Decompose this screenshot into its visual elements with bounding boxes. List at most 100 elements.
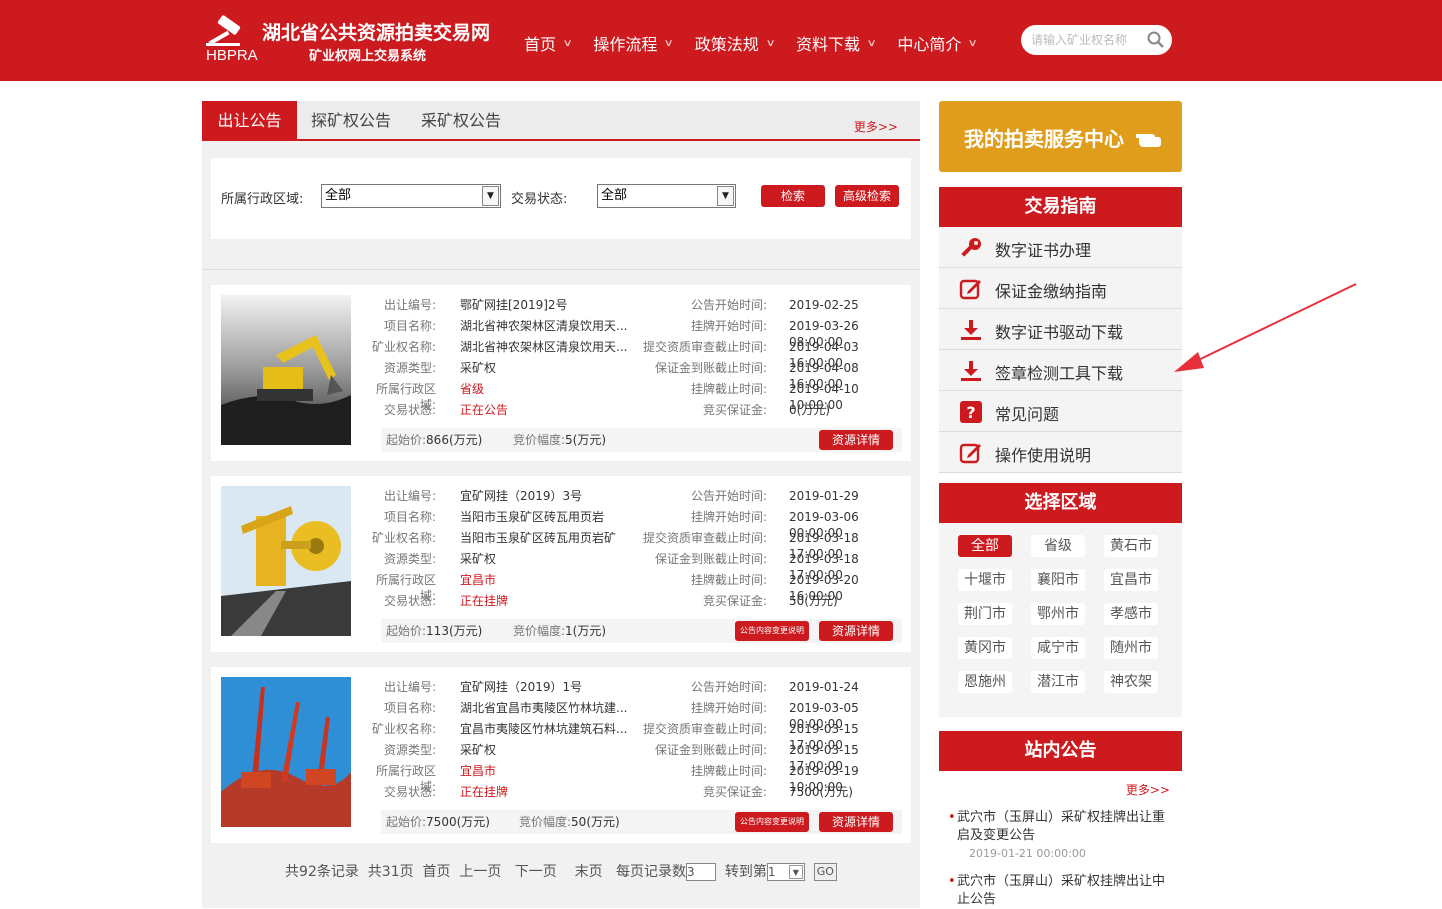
prev-page-link[interactable]: 上一页 [459, 864, 501, 880]
notice-title[interactable]: 武穴市（玉屏山）采矿权挂牌出让中止公告 [957, 874, 1165, 907]
per-page-label: 每页记录数 [615, 864, 686, 880]
nav-item-downloads[interactable]: 资料下载 ∨ [796, 31, 877, 55]
listing-start-label: 挂牌开始时间: [690, 319, 767, 333]
status-value: 正在公告 [460, 403, 509, 417]
guide-item-label[interactable]: 数字证书驱动下载 [995, 319, 1123, 343]
search-icon[interactable] [1147, 31, 1165, 49]
code-label: 出让编号: [383, 489, 436, 503]
chevron-down-icon: ∨ [866, 37, 877, 49]
listing-card: 出让编号: 宜矿网挂（2019）1号 项目名称: 湖北省宜昌市夷陵区竹林坑建..… [211, 667, 911, 843]
main-nav: 首页 ∨ 操作流程 ∨ 政策法规 ∨ 资料下载 ∨ 中心简介 ∨ [524, 31, 999, 55]
guide-item-cert-driver[interactable]: 数字证书驱动下载 [939, 309, 1182, 350]
notice-more-link[interactable]: 更多>> [1126, 781, 1170, 798]
gavel-logo-icon [206, 15, 241, 46]
region-button[interactable]: 宜昌市 [1104, 569, 1158, 591]
region-button[interactable]: 孝感市 [1104, 603, 1158, 625]
increment-value: 50(万元) [571, 815, 620, 829]
guide-item-label[interactable]: 常见问题 [995, 401, 1059, 425]
nav-item-policy[interactable]: 政策法规 ∨ [695, 31, 776, 55]
advanced-search-button[interactable]: 高级检索 [835, 185, 899, 207]
region-select[interactable]: 全部 ▼ [321, 184, 501, 208]
notice-list: 更多>> • 武穴市（玉屏山）采矿权挂牌出让重启及变更公告 2019-01-21 … [939, 771, 1182, 909]
nav-label[interactable]: 首页 [524, 31, 556, 55]
resource-detail-button[interactable]: 资源详情 [819, 621, 893, 641]
nav-item-home[interactable]: 首页 ∨ [524, 31, 573, 55]
notice-change-button[interactable]: 公告内容变更说明 [735, 621, 809, 641]
more-link[interactable]: 更多>> [854, 118, 898, 135]
next-page-link[interactable]: 下一页 [515, 864, 557, 880]
guide-item-manual[interactable]: 操作使用说明 [939, 432, 1182, 473]
last-page-link[interactable]: 末页 [575, 864, 603, 880]
region-button[interactable]: 襄阳市 [1031, 569, 1085, 591]
guide-item-label[interactable]: 保证金缴纳指南 [995, 278, 1107, 302]
status-select-value: 全部 [601, 188, 628, 203]
start-price-value: 866(万元) [426, 433, 483, 447]
type-value: 采矿权 [460, 552, 497, 566]
guide-item-label[interactable]: 签章检测工具下载 [995, 360, 1123, 384]
notice-item[interactable]: • 武穴市（玉屏山）采矿权挂牌出让中止公告 [948, 873, 1167, 909]
tab-mining-notice[interactable]: 采矿权公告 [421, 101, 501, 141]
project-label: 项目名称: [383, 510, 436, 524]
resource-detail-button[interactable]: 资源详情 [819, 430, 893, 450]
nav-item-process[interactable]: 操作流程 ∨ [593, 31, 675, 55]
nav-label[interactable]: 操作流程 [593, 31, 657, 55]
increment-value: 1(万元) [565, 624, 607, 638]
guide-item-label[interactable]: 数字证书办理 [995, 237, 1091, 261]
service-center-button[interactable]: 我的拍卖服务中心 [939, 101, 1182, 172]
first-page-link[interactable]: 首页 [423, 864, 451, 880]
project-label: 项目名称: [383, 319, 436, 333]
region-button[interactable]: 恩施州 [958, 671, 1012, 693]
notice-item[interactable]: • 武穴市（玉屏山）采矿权挂牌出让重启及变更公告 [948, 809, 1167, 845]
resource-detail-button[interactable]: 资源详情 [819, 812, 893, 832]
deposit-value: 50(万元) [789, 594, 838, 608]
search-button[interactable]: 检索 [761, 185, 825, 207]
mine-label: 矿业权名称: [371, 531, 436, 545]
notice-title[interactable]: 武穴市（玉屏山）采矿权挂牌出让重启及变更公告 [957, 810, 1165, 843]
search-input[interactable] [1031, 31, 1141, 49]
guide-item-deposit[interactable]: 保证金缴纳指南 [939, 268, 1182, 309]
go-button[interactable]: GO [813, 863, 837, 881]
nav-label[interactable]: 政策法规 [695, 31, 759, 55]
listing-card: 出让编号: 鄂矿网挂[2019]2号 项目名称: 湖北省神农架林区清泉饮用天..… [211, 285, 911, 461]
guide-item-seal-tool[interactable]: 签章检测工具下载 [939, 350, 1182, 391]
region-button[interactable]: 随州市 [1104, 637, 1158, 659]
status-select[interactable]: 全部 ▼ [597, 184, 736, 208]
review-deadline-label: 提交资质审查截止时间: [642, 340, 767, 354]
region-button[interactable]: 十堰市 [958, 569, 1012, 591]
project-label: 项目名称: [383, 701, 436, 715]
guide-item-cert[interactable]: 数字证书办理 [939, 227, 1182, 268]
goto-page-select[interactable]: 1 ▼ [766, 863, 805, 881]
port-cranes-photo[interactable] [221, 677, 351, 827]
region-button[interactable]: 神农架 [1104, 671, 1158, 693]
region-button[interactable]: 鄂州市 [1031, 603, 1085, 625]
region-button[interactable]: 黄石市 [1104, 535, 1158, 557]
code-label: 出让编号: [383, 298, 436, 312]
region-button[interactable]: 咸宁市 [1031, 637, 1085, 659]
mine-value: 湖北省神农架林区清泉饮用天... [460, 340, 628, 354]
divider [202, 269, 920, 270]
bucket-wheel-photo[interactable] [221, 486, 351, 636]
logo-text: HBPRA [206, 47, 258, 64]
code-value: 鄂矿网挂[2019]2号 [460, 298, 568, 312]
increment-value: 5(万元) [565, 433, 607, 447]
excavator-photo[interactable] [221, 295, 351, 445]
region-button[interactable]: 黄冈市 [958, 637, 1012, 659]
chevron-down-icon: ∨ [663, 37, 675, 49]
region-button[interactable]: 全部 [958, 535, 1012, 557]
region-button[interactable]: 省级 [1031, 535, 1085, 557]
guide-item-label[interactable]: 操作使用说明 [995, 442, 1091, 466]
region-button[interactable]: 潜江市 [1031, 671, 1085, 693]
type-label: 资源类型: [383, 743, 436, 757]
service-center-label: 我的拍卖服务中心 [964, 127, 1124, 151]
per-page-input[interactable]: 3 [685, 863, 716, 881]
nav-label[interactable]: 中心简介 [897, 31, 961, 55]
nav-label[interactable]: 资料下载 [796, 31, 860, 55]
increment-label: 竞价幅度: [513, 624, 566, 638]
code-label: 出让编号: [383, 680, 436, 694]
region-button[interactable]: 荆门市 [958, 603, 1012, 625]
notice-change-button[interactable]: 公告内容变更说明 [735, 812, 809, 832]
guide-item-faq[interactable]: ? 常见问题 [939, 391, 1182, 432]
tab-exploration-notice[interactable]: 探矿权公告 [311, 101, 391, 141]
tab-transfer-notice[interactable]: 出让公告 [202, 101, 297, 141]
nav-item-about[interactable]: 中心简介 ∨ [897, 31, 978, 55]
